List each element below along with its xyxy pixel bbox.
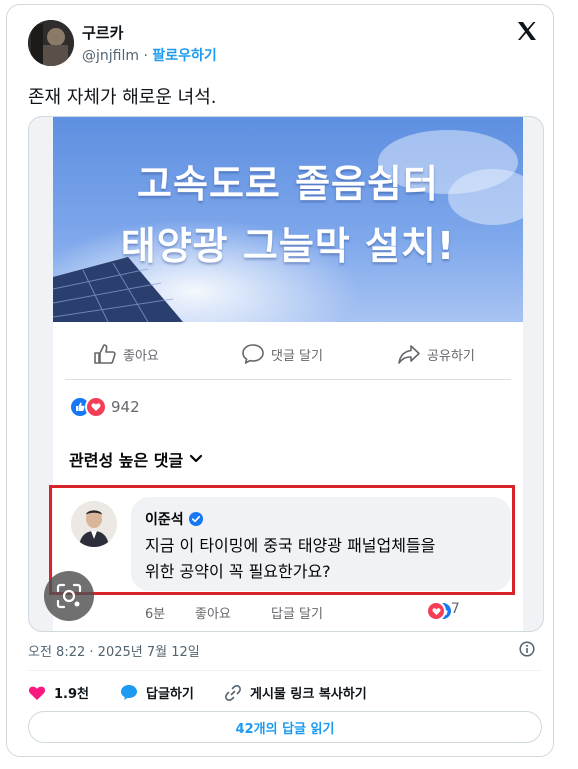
author-name[interactable]: 구르카 [82, 22, 123, 43]
love-reaction-icon [85, 396, 107, 418]
link-icon [225, 684, 241, 701]
comment-reply-link[interactable]: 답글 달기 [271, 603, 323, 622]
stats-divider [28, 670, 542, 671]
post-divider [65, 379, 511, 380]
tweet-timestamp[interactable]: 오전 8:22 · 2025년 7월 12일 [28, 641, 200, 660]
follow-button[interactable]: 팔로우하기 [152, 48, 216, 64]
share-arrow-icon [398, 345, 420, 364]
post-banner: 고속도로 졸음쉼터 태양광 그늘막 설치! [53, 117, 523, 322]
tweet-time: 오전 8:22 [28, 645, 86, 660]
author-handle-row: @jnjfilm · 팔로우하기 [82, 45, 217, 65]
thumbs-up-icon [94, 344, 116, 364]
like-stat[interactable]: 1.9천 [28, 683, 89, 702]
red-highlight-box [49, 485, 515, 595]
like-count: 1.9천 [54, 687, 89, 702]
like-action[interactable]: 좋아요 [93, 343, 159, 365]
banner-line-1: 고속도로 졸음쉼터 [137, 162, 439, 206]
tweet-card: 구르카 @jnjfilm · 팔로우하기 존재 자체가 해로운 녀석. 고속도로… [6, 4, 554, 757]
author-handle[interactable]: @jnjfilm [82, 48, 139, 64]
sort-label: 관련성 높은 댓글 [69, 451, 184, 470]
reaction-count: 942 [111, 398, 140, 416]
comment-time: 6분 [145, 607, 166, 622]
tweet-text: 존재 자체가 해로운 녀석. [28, 87, 217, 108]
comment-label: 댓글 달기 [271, 348, 323, 364]
embedded-screenshot[interactable]: 고속도로 졸음쉼터 태양광 그늘막 설치! 좋아요 댓글 달기 공유하기 942… [28, 116, 544, 632]
tweet-stats: 1.9천 답글하기 게시물 링크 복사하기 [28, 683, 542, 703]
copy-link-label: 게시물 링크 복사하기 [250, 687, 367, 702]
comment-like-link[interactable]: 좋아요 [195, 603, 231, 622]
comment-sort-dropdown[interactable]: 관련성 높은 댓글 [69, 447, 203, 471]
lens-icon [56, 583, 82, 609]
reply-bubble-icon [121, 685, 137, 700]
separator-dot: · [143, 48, 148, 64]
chevron-down-icon [190, 454, 203, 463]
timestamp-dot: · [89, 645, 94, 660]
copy-link-stat[interactable]: 게시물 링크 복사하기 [224, 683, 367, 702]
facebook-post: 고속도로 졸음쉼터 태양광 그늘막 설치! 좋아요 댓글 달기 공유하기 942… [49, 117, 523, 631]
heart-icon [28, 686, 46, 700]
reply-label: 답글하기 [146, 687, 194, 702]
comment-bubble-icon [242, 344, 264, 364]
like-label: 좋아요 [123, 348, 159, 364]
tweet-date: 2025년 7월 12일 [97, 645, 200, 660]
info-icon[interactable] [519, 641, 535, 657]
author-avatar[interactable] [28, 20, 74, 66]
x-logo-icon[interactable] [515, 19, 539, 43]
comment-love-reaction-icon [426, 601, 446, 621]
image-search-lens-button[interactable] [44, 571, 94, 621]
reply-stat[interactable]: 답글하기 [120, 683, 194, 702]
read-replies-button[interactable]: 42개의 답글 읽기 [28, 711, 542, 743]
share-action[interactable]: 공유하기 [397, 343, 475, 365]
share-label: 공유하기 [427, 348, 475, 364]
comment-action[interactable]: 댓글 달기 [241, 343, 323, 365]
post-action-bar: 좋아요 댓글 달기 공유하기 [53, 335, 523, 375]
banner-line-2: 태양광 그늘막 설치! [120, 224, 456, 268]
post-reactions[interactable]: 942 [69, 396, 140, 418]
